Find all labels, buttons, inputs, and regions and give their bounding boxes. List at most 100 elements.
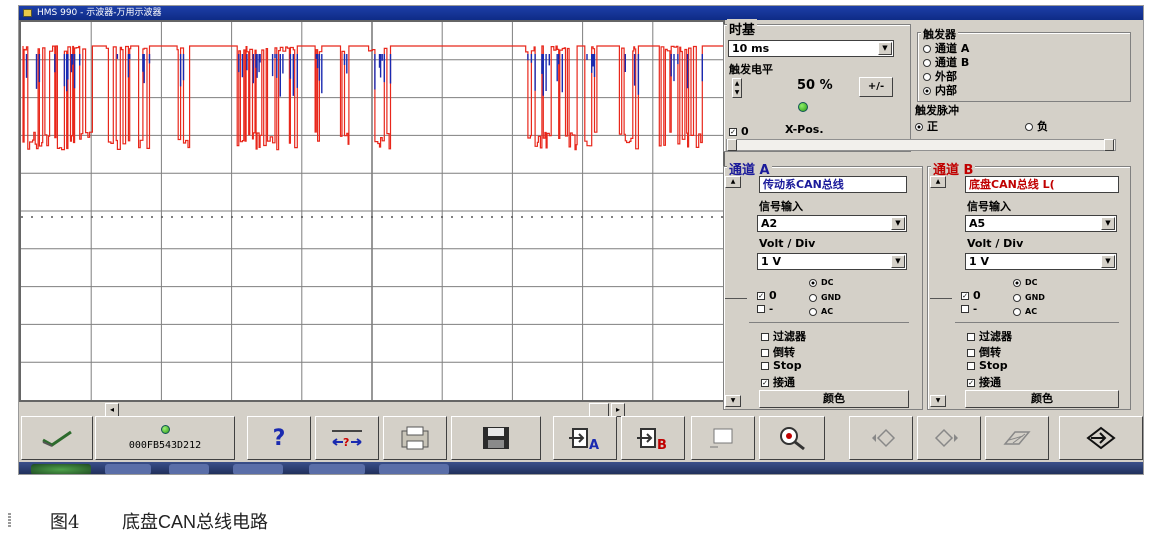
chevron-down-icon[interactable]: ▼ — [891, 217, 905, 230]
next-button[interactable] — [917, 416, 981, 460]
channel-a-color-button[interactable]: 颜色 — [759, 390, 909, 408]
channel-b-button[interactable]: B — [621, 416, 685, 460]
checkbox-icon[interactable]: ✓ — [757, 292, 765, 300]
channel-a-scroll-down-icon[interactable]: ▼ — [725, 395, 741, 407]
checkbox-icon[interactable] — [967, 333, 975, 341]
radio-icon[interactable] — [1013, 293, 1021, 302]
help-button[interactable]: ? — [247, 416, 311, 460]
trigger-level-spinner[interactable]: ▲ ▼ — [732, 78, 742, 98]
channel-b-zero-checkbox[interactable]: ✓ 0 — [961, 289, 981, 302]
radio-icon[interactable] — [923, 73, 931, 81]
channel-a-name-field[interactable]: 传动系CAN总线 — [759, 176, 907, 193]
radio-selected-icon[interactable] — [1013, 278, 1021, 287]
channel-b-signal-input-select[interactable]: A5 ▼ — [965, 215, 1117, 232]
blank-button[interactable] — [691, 416, 755, 460]
scroll-thumb[interactable] — [589, 403, 609, 417]
taskbar-item[interactable] — [233, 464, 283, 474]
chevron-down-icon[interactable]: ▼ — [1101, 255, 1115, 268]
xpos-zero-checkbox[interactable]: ✓ 0 — [729, 125, 749, 138]
checkbox-icon[interactable]: ✓ — [961, 292, 969, 300]
prev-button[interactable] — [849, 416, 913, 460]
channel-a-zero-checkbox[interactable]: ✓ 0 — [757, 289, 777, 302]
taskbar-item[interactable] — [309, 464, 365, 474]
channel-b-scroll-up-icon[interactable]: ▲ — [930, 176, 946, 188]
exit-button[interactable] — [1059, 416, 1143, 460]
channel-b-coupling-ac[interactable]: AC — [1013, 307, 1037, 316]
channel-b-invert-checkbox[interactable]: 倒转 — [967, 344, 1001, 360]
checkbox-icon[interactable]: ✓ — [967, 379, 975, 387]
radio-icon[interactable] — [1013, 307, 1021, 316]
channel-b-scroll-down-icon[interactable]: ▼ — [930, 395, 946, 407]
checkbox-icon[interactable]: ✓ — [729, 128, 737, 136]
oscilloscope-display[interactable] — [19, 20, 725, 402]
xpos-slider-left-icon[interactable] — [727, 139, 737, 151]
scroll-left-icon[interactable]: ◂ — [105, 403, 119, 417]
radio-selected-icon[interactable] — [923, 87, 931, 95]
trigger-option-internal[interactable]: 内部 — [923, 82, 957, 98]
measure-button[interactable]: ? — [315, 416, 379, 460]
channel-a-stop-checkbox[interactable]: Stop — [761, 359, 802, 372]
pulse-option-positive[interactable]: 正 — [915, 118, 938, 134]
save-button[interactable] — [451, 416, 541, 460]
channel-b-connect-checkbox[interactable]: ✓ 接通 — [967, 374, 1001, 390]
checkbox-icon[interactable] — [967, 349, 975, 357]
checkbox-icon[interactable] — [761, 333, 769, 341]
channel-a-connect-checkbox[interactable]: ✓ 接通 — [761, 374, 795, 390]
channel-a-scroll-up-icon[interactable]: ▲ — [725, 176, 741, 188]
plus-minus-button[interactable]: +/- — [859, 77, 893, 97]
checkbox-icon[interactable] — [761, 362, 769, 370]
checkbox-icon[interactable]: ✓ — [761, 379, 769, 387]
channel-b-group — [927, 166, 1131, 410]
channel-a-invert-checkbox[interactable]: 倒转 — [761, 344, 795, 360]
checkbox-icon[interactable] — [967, 362, 975, 370]
chevron-down-icon[interactable]: ▼ — [891, 255, 905, 268]
timebase-select[interactable]: 10 ms ▼ — [728, 40, 894, 57]
chevron-down-icon[interactable]: ▼ — [1101, 217, 1115, 230]
radio-icon[interactable] — [923, 59, 931, 67]
channel-b-coupling-gnd[interactable]: GND — [1013, 293, 1045, 302]
checkbox-icon[interactable] — [961, 305, 969, 313]
channel-a-signal-input-select[interactable]: A2 ▼ — [757, 215, 907, 232]
checkbox-icon[interactable] — [757, 305, 765, 313]
channel-b-coupling-dc[interactable]: DC — [1013, 278, 1038, 287]
channel-a-coupling-ac[interactable]: AC — [809, 307, 833, 316]
channel-b-color-button[interactable]: 颜色 — [965, 390, 1119, 408]
radio-icon[interactable] — [923, 45, 931, 53]
channel-b-name-field[interactable]: 底盘CAN总线 L( — [965, 176, 1119, 193]
channel-b-volt-div-select[interactable]: 1 V ▼ — [965, 253, 1117, 270]
compare-button[interactable] — [985, 416, 1049, 460]
channel-b-volt-div-value: 1 V — [969, 255, 989, 268]
channel-a-divider — [749, 322, 909, 323]
channel-a-minus-checkbox[interactable]: - — [757, 304, 773, 315]
channel-b-stop-checkbox[interactable]: Stop — [967, 359, 1008, 372]
xpos-slider-track[interactable] — [726, 139, 1116, 151]
channel-a-volt-div-select[interactable]: 1 V ▼ — [757, 253, 907, 270]
scope-horizontal-scrollbar[interactable]: ◂ ▸ — [105, 403, 625, 417]
channel-a-coupling-gnd[interactable]: GND — [809, 293, 841, 302]
channel-b-minus-checkbox[interactable]: - — [961, 304, 977, 315]
start-button[interactable] — [31, 464, 91, 474]
radio-icon[interactable] — [1025, 123, 1033, 131]
pulse-option-negative[interactable]: 负 — [1025, 118, 1048, 134]
checkbox-icon[interactable] — [761, 349, 769, 357]
chevron-down-icon[interactable]: ▼ — [878, 42, 892, 55]
xpos-slider-right-icon[interactable] — [1104, 139, 1114, 151]
radio-icon[interactable] — [809, 307, 817, 316]
radio-selected-icon[interactable] — [809, 278, 817, 287]
device-status-button[interactable]: 000FB543D212 — [95, 416, 235, 460]
channel-a-zero-label: 0 — [769, 289, 777, 302]
zoom-button[interactable] — [759, 416, 825, 460]
taskbar-item[interactable] — [169, 464, 209, 474]
radio-selected-icon[interactable] — [915, 123, 923, 131]
taskbar-item[interactable] — [105, 464, 151, 474]
taskbar-item[interactable] — [379, 464, 449, 474]
channel-a-coupling-dc[interactable]: DC — [809, 278, 834, 287]
channel-a-button[interactable]: A — [553, 416, 617, 460]
scroll-right-icon[interactable]: ▸ — [611, 403, 625, 417]
print-button[interactable] — [383, 416, 447, 460]
channel-a-filter-checkbox[interactable]: 过滤器 — [761, 328, 806, 344]
channel-b-filter-checkbox[interactable]: 过滤器 — [967, 328, 1012, 344]
radio-icon[interactable] — [809, 293, 817, 302]
confirm-button[interactable] — [21, 416, 93, 460]
trigger-level-value: 50 % — [797, 78, 833, 93]
